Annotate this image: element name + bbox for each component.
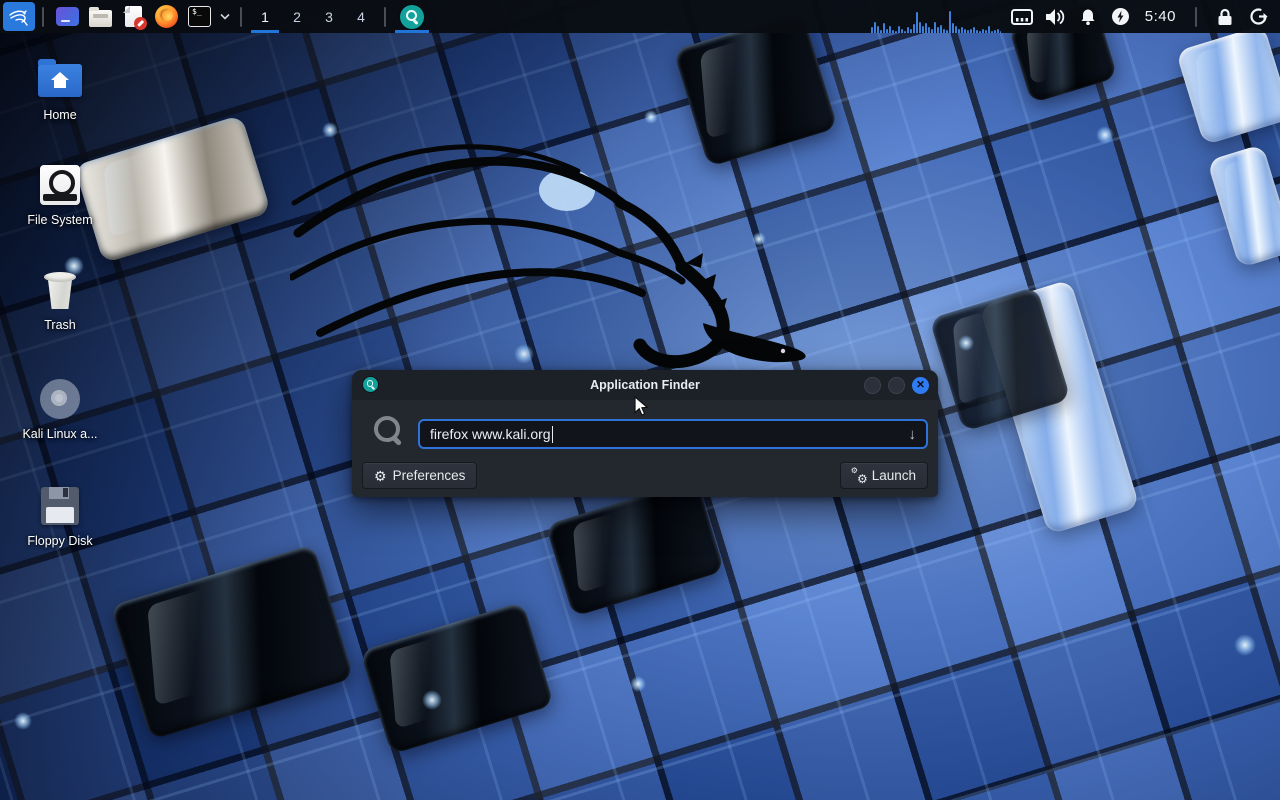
desktop: $_ 1 2 3 4 [0,0,1280,800]
desktop-icon-kali-linux[interactable]: Kali Linux a... [12,377,108,441]
home-folder-icon [38,64,82,97]
desktop-icon-label: Trash [44,318,76,332]
desktop-icon-label: Floppy Disk [27,534,92,548]
trash-icon [43,271,77,309]
search-input-value: firefox www.kali.org [430,426,551,442]
application-finder-icon [363,377,378,392]
preferences-button-label: Preferences [393,468,466,483]
terminal-dropdown-button[interactable] [216,0,233,33]
clock[interactable]: 5:40 [1142,8,1179,25]
workspace-label: 1 [261,9,269,25]
panel-separator [240,7,242,27]
history-dropdown-arrow-icon[interactable]: ↓ [909,426,917,443]
panel-separator [384,7,386,27]
pencil-badge-icon [134,17,147,30]
preferences-button[interactable]: ⚙ Preferences [362,462,477,489]
workspace-3-button[interactable]: 3 [313,0,345,33]
hard-drive-icon [40,165,80,205]
firefox-icon [155,5,178,28]
window-title: Application Finder [352,378,938,392]
application-finder-icon [400,5,424,29]
logout-icon [1249,7,1268,26]
launcher-text-editor[interactable] [117,0,150,33]
workspace-1-button[interactable]: 1 [249,0,281,33]
cpu-graph[interactable] [871,0,1001,33]
minimize-button[interactable] [864,377,881,394]
floppy-disk-icon [41,487,79,525]
desktop-icon-floppy-disk[interactable]: Floppy Disk [12,484,108,548]
launch-button-label: Launch [872,468,916,483]
active-task-indicator [395,30,429,33]
taskbar-application-finder-button[interactable] [393,0,431,33]
top-panel: $_ 1 2 3 4 [0,0,1280,33]
desktop-icon-label: Kali Linux a... [22,427,97,441]
search-input[interactable]: firefox www.kali.org ↓ [418,419,928,449]
power-manager-indicator[interactable] [1109,0,1133,33]
ethernet-icon [1011,9,1033,25]
workspace-label: 4 [357,9,365,25]
notifications-indicator[interactable] [1076,0,1100,33]
kali-logo-icon [8,6,30,28]
workspace-2-button[interactable]: 2 [281,0,313,33]
launcher-app-window[interactable] [51,0,84,33]
panel-separator [1195,7,1197,27]
desktop-icon-trash[interactable]: Trash [12,268,108,332]
maximize-button[interactable] [888,377,905,394]
network-indicator[interactable] [1010,0,1034,33]
workspace-label: 3 [325,9,333,25]
launch-icon: ⚙ ⚙ [852,469,866,483]
lock-icon [1217,8,1233,26]
launcher-terminal[interactable]: $_ [183,0,216,33]
desktop-icon-label: Home [43,108,76,122]
document-icon [125,6,142,27]
chevron-down-icon [220,13,230,20]
app-window-icon [56,7,79,26]
mouse-cursor [634,396,649,417]
close-button[interactable]: ✕ [912,377,929,394]
volume-indicator[interactable] [1043,0,1067,33]
search-icon [372,414,406,448]
panel-separator [42,7,44,27]
desktop-icon-label: File System [27,213,92,227]
launcher-file-manager[interactable] [84,0,117,33]
text-caret [552,426,554,443]
kali-dragon-logo [290,85,850,385]
application-finder-window: Application Finder ✕ firefox www.kali.or… [352,370,938,497]
workspace-4-button[interactable]: 4 [345,0,377,33]
folder-icon [89,10,112,27]
active-workspace-indicator [251,30,279,33]
gear-icon: ⚙ [374,469,387,483]
screen-lock-button[interactable] [1213,0,1237,33]
power-bolt-icon [1111,7,1130,26]
desktop-icon-home[interactable]: Home [12,58,108,122]
speaker-icon [1044,8,1065,26]
desktop-icon-file-system[interactable]: File System [12,163,108,227]
applications-menu-button[interactable] [3,2,35,31]
launch-button[interactable]: ⚙ ⚙ Launch [840,462,928,489]
terminal-icon: $_ [188,6,211,27]
bell-icon [1079,8,1097,26]
launcher-firefox[interactable] [150,0,183,33]
logout-button[interactable] [1246,0,1270,33]
kali-shortcut-icon [40,379,80,419]
workspace-label: 2 [293,9,301,25]
